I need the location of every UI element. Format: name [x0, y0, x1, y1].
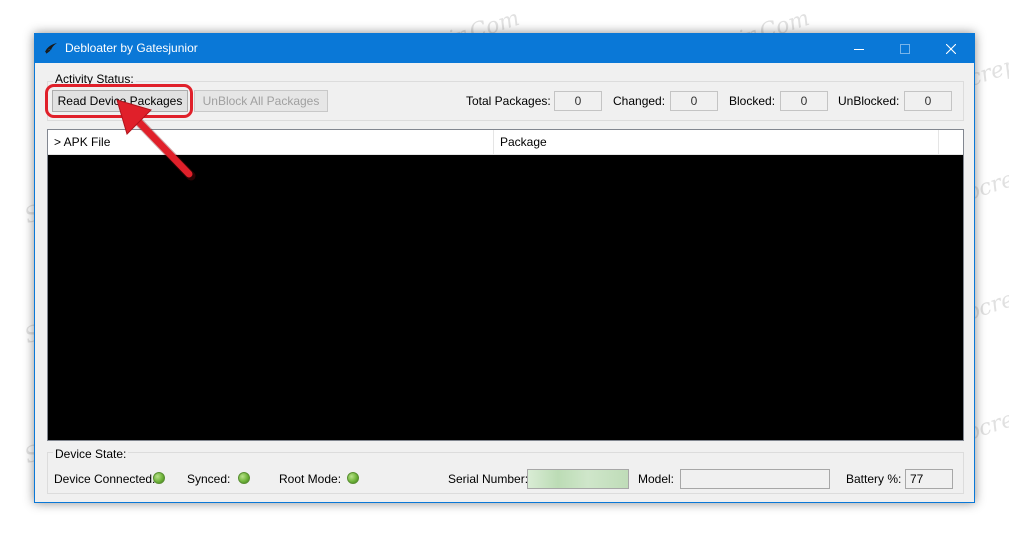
app-window: Debloater by Gatesjunior Activity Status…	[34, 33, 975, 503]
changed-field: 0	[670, 91, 718, 111]
minimize-icon	[854, 48, 864, 50]
synced-label: Synced:	[187, 472, 231, 486]
changed-label: Changed:	[613, 94, 666, 108]
blocked-label: Blocked:	[729, 94, 776, 108]
window-title: Debloater by Gatesjunior	[65, 41, 198, 55]
app-logo-icon	[43, 41, 59, 55]
unblock-all-packages-button[interactable]: UnBlock All Packages	[194, 90, 328, 112]
close-icon	[946, 43, 956, 54]
minimize-button[interactable]	[836, 34, 882, 63]
battery-label: Battery %:	[846, 472, 902, 486]
root-mode-status-led-icon	[347, 472, 359, 484]
synced-status-led-icon	[238, 472, 250, 484]
device-connected-label: Device Connected:	[54, 472, 156, 486]
device-state-label: Device State:	[53, 447, 129, 461]
serial-number-field	[527, 469, 629, 489]
serial-number-label: Serial Number:	[448, 472, 529, 486]
model-field	[680, 469, 830, 489]
title-bar[interactable]: Debloater by Gatesjunior	[35, 34, 974, 63]
unblocked-label: UnBlocked:	[838, 94, 900, 108]
battery-field: 77	[905, 469, 953, 489]
total-packages-label: Total Packages:	[466, 94, 551, 108]
total-packages-field: 0	[554, 91, 602, 111]
annotation-arrow-icon	[116, 99, 196, 181]
maximize-icon	[900, 43, 910, 54]
column-header-package[interactable]: Package	[494, 130, 939, 154]
unblocked-field: 0	[904, 91, 952, 111]
model-label: Model:	[638, 472, 675, 486]
device-connected-status-led-icon	[153, 472, 165, 484]
close-button[interactable]	[928, 34, 974, 63]
blocked-field: 0	[780, 91, 828, 111]
root-mode-label: Root Mode:	[279, 472, 342, 486]
maximize-button[interactable]	[882, 34, 928, 63]
